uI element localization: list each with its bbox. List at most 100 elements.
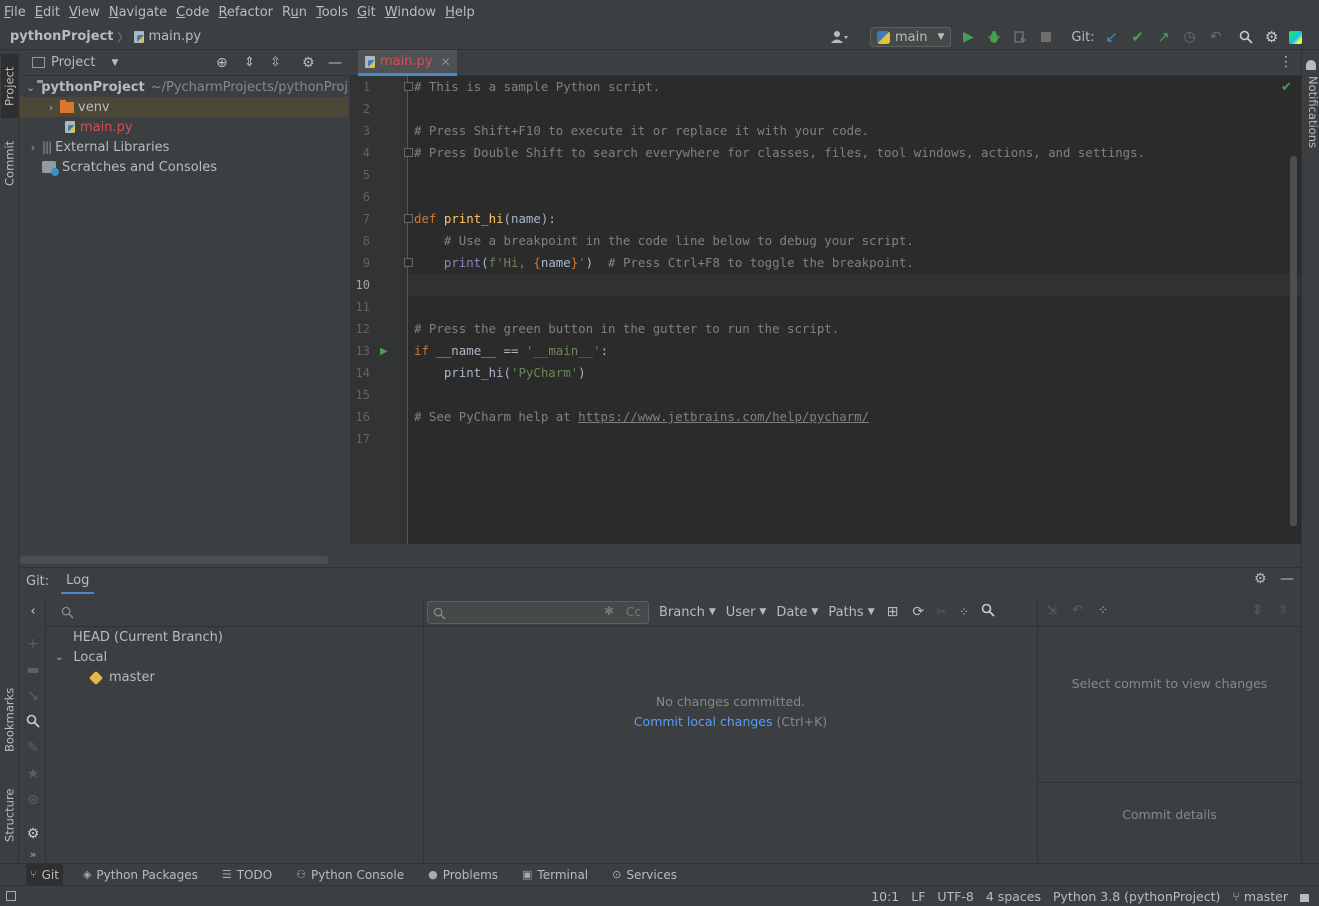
menu-view[interactable]: View	[69, 5, 100, 20]
bottom-tab-git[interactable]: ⑂ Git	[26, 863, 63, 886]
tree-item-main-py[interactable]: main.py	[20, 117, 348, 137]
bottom-tab-problems[interactable]: ● Problems	[424, 864, 502, 886]
fold-icon[interactable]	[404, 148, 413, 157]
menu-window[interactable]: Window	[385, 5, 436, 20]
code-line[interactable]: # Press Double Shift to search everywher…	[414, 142, 1145, 164]
debug-bug-icon[interactable]	[983, 26, 1005, 48]
edit-pencil-icon[interactable]: ✎	[24, 740, 42, 758]
bookmarks-tool-tab[interactable]: Bookmarks	[1, 678, 18, 762]
collapse-all-icon[interactable]: ⇳	[1278, 603, 1289, 618]
diff-arrows-icon[interactable]: ⇲	[1046, 603, 1057, 618]
indent-setting[interactable]: 4 spaces	[986, 889, 1041, 904]
search-icon[interactable]	[24, 714, 42, 732]
chevron-right-icon[interactable]: ›	[26, 141, 40, 154]
git-branch-status[interactable]: ⑂ master	[1232, 889, 1288, 904]
search-icon[interactable]	[1235, 26, 1257, 48]
revert-icon[interactable]: ↶	[1072, 603, 1083, 618]
notifications-tool-tab[interactable]: Notifications	[1303, 76, 1319, 176]
filter-user[interactable]: User ▼	[726, 605, 767, 620]
code-line[interactable]: # Press the green button in the gutter t…	[414, 318, 839, 340]
line-separator[interactable]: LF	[911, 889, 925, 904]
python-interpreter[interactable]: Python 3.8 (pythonProject)	[1053, 889, 1220, 904]
breadcrumb-project[interactable]: pythonProject	[10, 29, 114, 44]
expand-all-icon[interactable]: ⇕	[1252, 603, 1263, 618]
bottom-tab-terminal[interactable]: ▣ Terminal	[518, 864, 592, 886]
branch-item-head[interactable]: HEAD (Current Branch)	[73, 630, 223, 645]
code-line[interactable]: print(f'Hi, {name}') # Press Ctrl+F8 to …	[414, 252, 914, 274]
chevron-down-icon[interactable]: ⌄	[55, 652, 63, 663]
filter-branch[interactable]: Branch ▼	[659, 605, 716, 620]
structure-tool-tab[interactable]: Structure	[1, 778, 18, 852]
menu-navigate[interactable]: Navigate	[109, 5, 167, 20]
refresh-icon[interactable]: ⟳	[912, 604, 924, 620]
filter-date[interactable]: Date ▼	[776, 605, 818, 620]
fold-icon[interactable]	[404, 82, 413, 91]
code-editor[interactable]: 1 2 3 4 5 6 7 8 9 10 11 12 13 14 15 16 17 ▶ # This is a …	[350, 76, 1301, 544]
collapse-all-icon[interactable]: ⇳	[270, 55, 281, 70]
stop-icon[interactable]	[1035, 26, 1057, 48]
tab-main-py[interactable]: main.py ✕	[358, 50, 457, 76]
filter-paths[interactable]: Paths ▼	[828, 605, 874, 620]
git-push-arrow-icon[interactable]: ↗	[1153, 26, 1175, 48]
bottom-tab-todo[interactable]: ☰ TODO	[218, 864, 276, 886]
cherry-pick-icon[interactable]: ✂	[936, 605, 947, 620]
tree-item-external-libraries[interactable]: › ||| External Libraries	[20, 137, 348, 157]
code-line[interactable]: # This is a sample Python script.	[414, 76, 660, 98]
code-line[interactable]: # See PyCharm help at https://www.jetbra…	[414, 406, 869, 428]
menu-refactor[interactable]: Refactor	[218, 5, 273, 20]
toggle-tool-windows-icon[interactable]	[6, 891, 16, 901]
merge-icon[interactable]: ↘	[24, 688, 42, 706]
tree-item-project-root[interactable]: ⌄ pythonProject ~/PycharmProjects/python…	[20, 77, 348, 97]
project-horizontal-scrollbar[interactable]	[20, 556, 328, 564]
bottom-tab-python-packages[interactable]: ◈ Python Packages	[79, 864, 202, 886]
tree-item-scratches[interactable]: Scratches and Consoles	[20, 157, 348, 177]
code-line[interactable]: # Use a breakpoint in the code line belo…	[414, 230, 914, 252]
git-update-arrow-icon[interactable]: ↙	[1101, 26, 1123, 48]
gear-icon[interactable]: ⚙	[24, 826, 42, 844]
view-options-icon[interactable]: ⁘	[959, 605, 969, 619]
chevron-down-icon[interactable]: ⌄	[26, 81, 35, 94]
code-line[interactable]: def print_hi(name):	[414, 208, 556, 230]
branch-search[interactable]	[47, 598, 423, 627]
hide-panel-minus-icon[interactable]: —	[328, 55, 342, 71]
expand-all-icon[interactable]: ⇕	[244, 55, 255, 70]
tab-log[interactable]: Log	[61, 568, 95, 594]
git-commit-check-icon[interactable]: ✔	[1127, 26, 1149, 48]
gear-icon[interactable]: ⚙	[1254, 571, 1267, 587]
project-view-selector[interactable]: Project	[51, 55, 95, 70]
commit-local-changes-link[interactable]: Commit local changes	[634, 714, 773, 729]
editor-vertical-scrollbar[interactable]	[1290, 156, 1297, 526]
hide-panel-minus-icon[interactable]: —	[1280, 571, 1294, 587]
branch-group-local[interactable]: ⌄ Local	[55, 650, 107, 665]
menu-file[interactable]: File	[4, 5, 26, 20]
run-configuration-selector[interactable]: main ▼	[870, 27, 952, 47]
regex-icon[interactable]: ✱	[604, 604, 614, 618]
chevron-down-icon[interactable]: ▼	[111, 58, 118, 68]
locate-file-icon[interactable]: ⊕	[216, 55, 228, 71]
chevron-left-icon[interactable]: ‹	[24, 604, 42, 622]
inspection-ok-check-icon[interactable]: ✔	[1281, 80, 1292, 95]
match-case-toggle[interactable]: Cc	[626, 605, 641, 619]
run-gutter-icon[interactable]: ▶	[380, 346, 388, 357]
trash-icon[interactable]: ▬	[24, 662, 42, 680]
search-icon[interactable]	[981, 603, 995, 621]
fold-icon[interactable]	[404, 214, 413, 223]
file-encoding[interactable]: UTF-8	[937, 889, 973, 904]
view-options-icon[interactable]: ⁘	[1098, 603, 1108, 617]
more-options-icon[interactable]: ⋮	[1279, 54, 1293, 70]
close-icon[interactable]: ✕	[441, 55, 451, 69]
fold-icon[interactable]	[404, 258, 413, 267]
code-line[interactable]: # Press Shift+F10 to execute it or repla…	[414, 120, 869, 142]
coverage-icon[interactable]	[1009, 26, 1031, 48]
remote-icon[interactable]: ⊛	[24, 792, 42, 810]
menu-help[interactable]: Help	[445, 5, 475, 20]
menu-tools[interactable]: Tools	[316, 5, 348, 20]
jetbrains-logo-icon[interactable]	[1285, 26, 1307, 48]
project-tool-tab[interactable]: Project	[1, 54, 18, 118]
gear-icon[interactable]: ⚙	[1261, 26, 1283, 48]
gear-icon[interactable]: ⚙	[302, 55, 315, 71]
code-line[interactable]: print_hi('PyCharm')	[414, 362, 586, 384]
menu-git[interactable]: Git	[357, 5, 376, 20]
caret-position[interactable]: 10:1	[871, 889, 899, 904]
history-clock-icon[interactable]: ◷	[1179, 26, 1201, 48]
